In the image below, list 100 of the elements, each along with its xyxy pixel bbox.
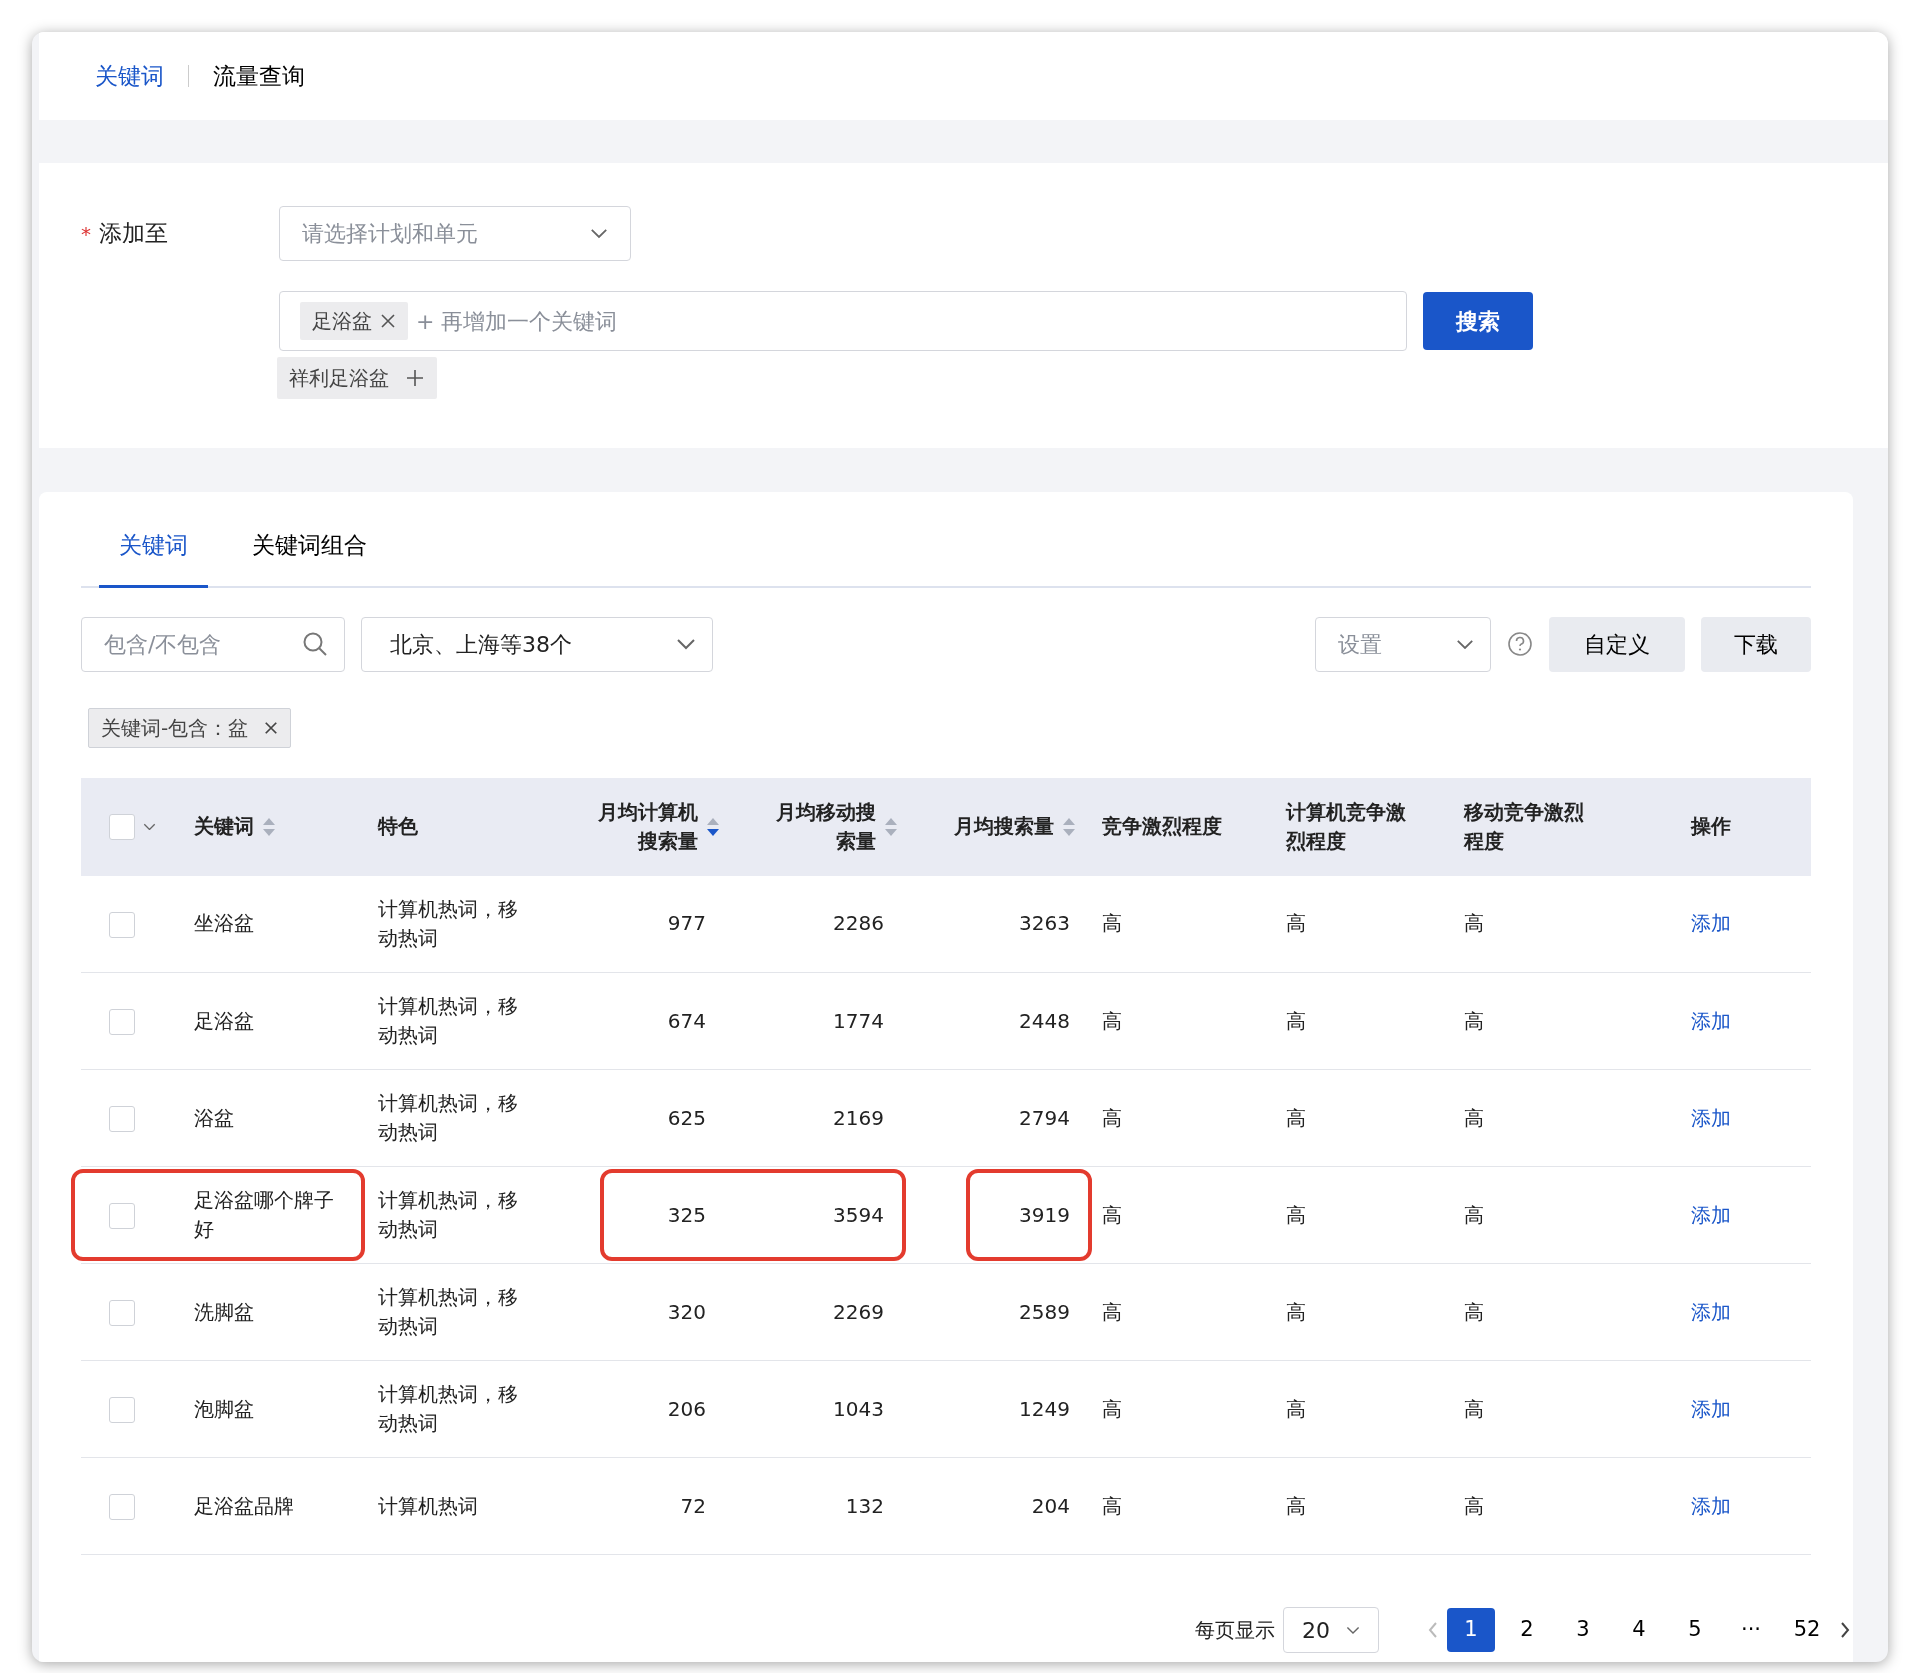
filter-chip: 关键词-包含：盆 bbox=[88, 707, 292, 748]
column-header: 特色 bbox=[378, 813, 418, 840]
keyword-cell: 坐浴盆 bbox=[194, 911, 254, 936]
chevron-down-icon bbox=[143, 822, 156, 831]
close-icon[interactable] bbox=[264, 720, 279, 735]
table-cell: 3919 bbox=[1019, 1202, 1070, 1227]
table-cell: 2169 bbox=[833, 1105, 884, 1130]
add-link[interactable]: 添加 bbox=[1691, 1202, 1731, 1227]
table-cell: 72 bbox=[680, 1493, 706, 1518]
nav-tab[interactable]: 流量查询 bbox=[213, 58, 305, 94]
table-cell: 高 bbox=[1102, 1202, 1122, 1227]
table-cell: 计算机热词，移动热词 bbox=[378, 896, 518, 950]
add-link[interactable]: 添加 bbox=[1691, 1008, 1731, 1033]
row-checkbox[interactable] bbox=[109, 1494, 135, 1520]
toolbar-button[interactable]: 下载 bbox=[1701, 616, 1811, 672]
page-button[interactable]: 3 bbox=[1559, 1608, 1607, 1652]
table-cell: 高 bbox=[1464, 1493, 1484, 1518]
nav-tab[interactable]: 关键词 bbox=[95, 58, 164, 94]
table-cell: 高 bbox=[1286, 1299, 1306, 1324]
table-cell: 132 bbox=[845, 1493, 884, 1518]
add-link[interactable]: 添加 bbox=[1691, 911, 1731, 936]
table-cell: 计算机热词，移动热词 bbox=[378, 1285, 518, 1338]
row-checkbox[interactable] bbox=[109, 1106, 135, 1132]
table-cell: 高 bbox=[1464, 911, 1484, 936]
table-cell: 206 bbox=[667, 1396, 706, 1421]
search-icon bbox=[302, 631, 328, 657]
page-button[interactable]: 4 bbox=[1615, 1608, 1663, 1652]
table-cell: 高 bbox=[1286, 911, 1306, 936]
field-label: 添加至 bbox=[99, 219, 168, 249]
close-icon[interactable] bbox=[380, 313, 396, 329]
page-size-label: 每页显示 bbox=[1195, 1617, 1275, 1644]
column-header: 操作 bbox=[1691, 813, 1731, 840]
page-button[interactable]: ··· bbox=[1727, 1608, 1775, 1652]
page-button[interactable]: 2 bbox=[1503, 1608, 1551, 1652]
table-cell: 204 bbox=[1031, 1493, 1070, 1518]
table-cell: 高 bbox=[1102, 1493, 1122, 1518]
table-cell: 2269 bbox=[833, 1299, 884, 1324]
column-header: 月均计算机搜索量 bbox=[597, 798, 698, 855]
table-cell: 计算机热词 bbox=[378, 1493, 478, 1518]
chevron-down-icon bbox=[1456, 638, 1474, 650]
table-cell: 高 bbox=[1102, 1008, 1122, 1033]
table-cell: 高 bbox=[1464, 1299, 1484, 1324]
column-header: 计算机竞争激烈程度 bbox=[1286, 798, 1407, 855]
keyword-cell: 足浴盆哪个牌子好 bbox=[194, 1188, 334, 1241]
row-checkbox[interactable] bbox=[109, 1397, 135, 1423]
table-cell: 1774 bbox=[833, 1008, 884, 1033]
add-link[interactable]: 添加 bbox=[1691, 1493, 1731, 1518]
toolbar-button[interactable]: 自定义 bbox=[1549, 616, 1685, 672]
table-cell: 高 bbox=[1464, 1396, 1484, 1421]
previous-page-icon[interactable] bbox=[1427, 1621, 1439, 1639]
chevron-down-icon bbox=[590, 228, 608, 239]
table-cell: 高 bbox=[1102, 1299, 1122, 1324]
help-icon[interactable] bbox=[1507, 631, 1533, 657]
add-link[interactable]: 添加 bbox=[1691, 1396, 1731, 1421]
select-all-checkbox[interactable] bbox=[109, 813, 135, 840]
page-button[interactable]: 52 bbox=[1783, 1608, 1831, 1652]
result-tab[interactable]: 关键词 bbox=[99, 528, 208, 588]
table-cell: 计算机热词，移动热词 bbox=[378, 1382, 518, 1435]
keyword-cell: 足浴盆品牌 bbox=[194, 1493, 294, 1518]
required-mark: * bbox=[81, 220, 91, 248]
row-checkbox[interactable] bbox=[109, 1300, 135, 1326]
table-cell: 计算机热词，移动热词 bbox=[378, 1091, 518, 1144]
column-header: 月均搜索量 bbox=[954, 813, 1054, 840]
table-cell: 高 bbox=[1464, 1008, 1484, 1033]
chevron-down-icon bbox=[676, 638, 696, 650]
table-cell: 3594 bbox=[833, 1202, 884, 1227]
chevron-down-icon bbox=[1346, 1625, 1360, 1635]
page-button[interactable]: 5 bbox=[1671, 1608, 1719, 1652]
add-link[interactable]: 添加 bbox=[1691, 1299, 1731, 1324]
table-cell: 1043 bbox=[833, 1396, 884, 1421]
next-page-icon[interactable] bbox=[1839, 1621, 1851, 1639]
table-cell: 高 bbox=[1464, 1105, 1484, 1130]
table-cell: 高 bbox=[1102, 911, 1122, 936]
table-cell: 2794 bbox=[1019, 1105, 1070, 1130]
add-link[interactable]: 添加 bbox=[1691, 1105, 1731, 1130]
table-cell: 高 bbox=[1286, 1396, 1306, 1421]
table-cell: 320 bbox=[667, 1299, 706, 1324]
table-cell: 625 bbox=[667, 1105, 706, 1130]
result-tab[interactable]: 关键词组合 bbox=[232, 528, 387, 588]
plus-icon bbox=[405, 368, 425, 388]
table-cell: 高 bbox=[1286, 1105, 1306, 1130]
table-cell: 3263 bbox=[1019, 911, 1070, 936]
column-header: 月均移动搜索量 bbox=[775, 798, 876, 855]
row-checkbox[interactable] bbox=[109, 1203, 135, 1229]
page-size-select[interactable]: 20 bbox=[1283, 1607, 1379, 1653]
table-cell: 325 bbox=[667, 1202, 706, 1227]
page-button[interactable]: 1 bbox=[1447, 1608, 1495, 1652]
table-cell: 计算机热词，移动热词 bbox=[378, 1188, 518, 1241]
region-select[interactable]: 北京、上海等38个 bbox=[361, 616, 713, 672]
table-cell: 674 bbox=[667, 1008, 706, 1033]
row-checkbox[interactable] bbox=[109, 1009, 135, 1035]
suggestion-tag[interactable]: 祥利足浴盆 bbox=[277, 357, 437, 399]
row-checkbox[interactable] bbox=[109, 911, 135, 938]
keyword-input[interactable]: 足浴盆 + 再增加一个关键词 bbox=[279, 291, 1407, 351]
table-cell: 高 bbox=[1286, 1493, 1306, 1518]
table-cell: 2286 bbox=[833, 911, 884, 936]
table-cell: 2448 bbox=[1019, 1008, 1070, 1033]
table-cell: 高 bbox=[1102, 1105, 1122, 1130]
table-cell: 2589 bbox=[1019, 1299, 1070, 1324]
search-button[interactable]: 搜索 bbox=[1423, 292, 1533, 350]
